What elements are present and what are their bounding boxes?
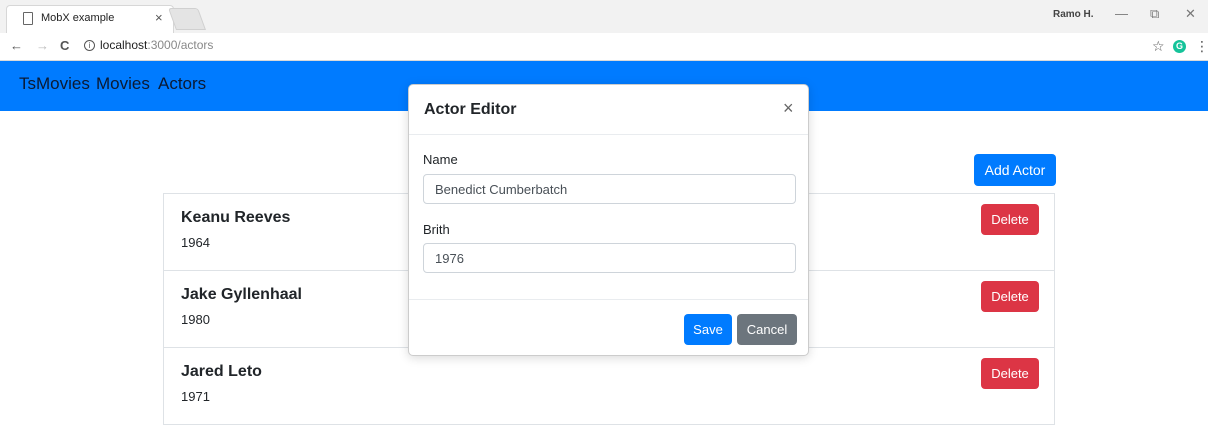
actor-name: Jared Leto [181,363,262,380]
actor-list-item: Jared Leto 1971 Delete [163,347,1055,425]
modal-footer: Save Cancel [409,299,808,355]
add-actor-button[interactable]: Add Actor [974,154,1056,186]
address-bar: ← → C i localhost:3000/actors ☆ G ⋮ [0,33,1208,61]
url-path: :3000/actors [147,38,214,52]
close-icon[interactable]: × [783,98,794,119]
modal-header: Actor Editor × [409,85,808,135]
page-icon [23,12,33,25]
name-input[interactable] [423,174,796,204]
actor-name: Keanu Reeves [181,209,291,226]
tab-title: MobX example [41,12,115,24]
actor-birth-year: 1964 [181,235,210,250]
birth-label: Brith [423,222,450,237]
navbar-brand[interactable]: TsMovies [19,74,90,94]
browser-menu-icon[interactable]: ⋮ [1195,38,1208,55]
tab-close-icon[interactable]: × [155,10,163,25]
cancel-button[interactable]: Cancel [737,314,797,345]
back-icon[interactable]: ← [10,38,23,53]
delete-button[interactable]: Delete [981,281,1039,312]
browser-tab[interactable]: MobX example × [6,5,174,33]
forward-icon[interactable]: → [36,38,49,53]
nav-link-movies[interactable]: Movies [96,74,150,94]
modal-title: Actor Editor [424,101,517,118]
bookmark-star-icon[interactable]: ☆ [1152,38,1165,55]
actor-birth-year: 1980 [181,312,210,327]
browser-tabstrip: MobX example × Ramo H. — ⧉ ✕ [0,0,1208,33]
minimize-icon[interactable]: — [1115,6,1128,21]
url-text: localhost:3000/actors [100,38,213,52]
url-host: localhost [100,38,148,52]
window-close-icon[interactable]: ✕ [1185,6,1196,22]
info-icon[interactable]: i [84,40,95,51]
profile-name[interactable]: Ramo H. [1053,9,1094,20]
url-input[interactable]: i localhost:3000/actors [80,36,1160,57]
actor-name: Jake Gyllenhaal [181,286,302,303]
restore-icon[interactable]: ⧉ [1150,6,1159,22]
actor-editor-modal: Actor Editor × Name Brith Save Cancel [408,84,809,356]
actor-birth-year: 1971 [181,389,210,404]
delete-button[interactable]: Delete [981,204,1039,235]
grammarly-extension-icon[interactable]: G [1173,40,1186,53]
birth-input[interactable] [423,243,796,273]
save-button[interactable]: Save [684,314,732,345]
nav-link-actors[interactable]: Actors [158,74,206,94]
delete-button[interactable]: Delete [981,358,1039,389]
reload-icon[interactable]: C [60,38,69,53]
name-label: Name [423,152,458,167]
